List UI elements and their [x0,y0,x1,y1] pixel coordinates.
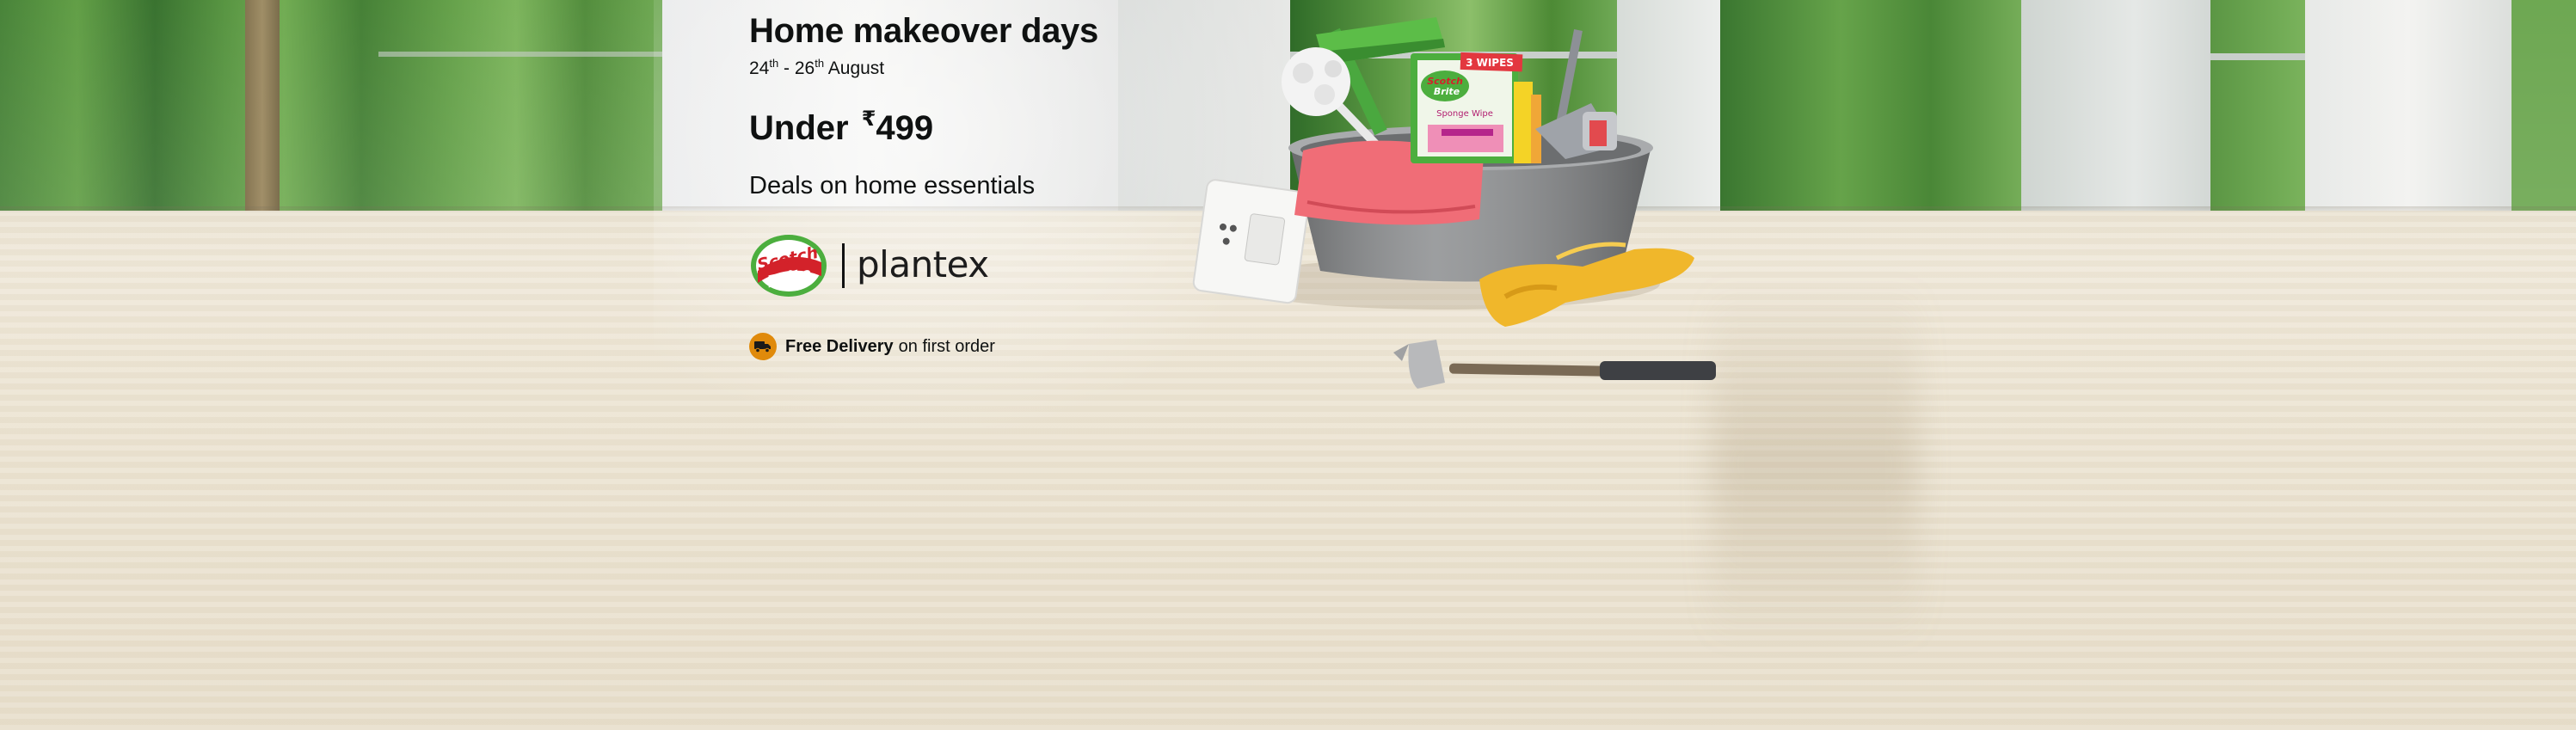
window-frame [2210,53,2305,60]
tree-trunk [245,0,280,211]
sponge-wipe-pack-icon: 3 WIPES Scotch Brite Sponge Wipe [1411,52,1523,163]
scotch-brite-logo: Scotch Brite [751,235,827,297]
svg-text:Brite: Brite [1434,86,1460,97]
svg-text:3 WIPES: 3 WIPES [1466,57,1514,69]
delivery-rest: on first order [898,336,995,356]
price-prefix: Under [749,109,858,147]
banner-subtitle: Deals on home essentials [749,172,1036,199]
price-amount: 499 [876,109,934,147]
garden-window-view [2210,0,2305,211]
sale-month: August [824,58,885,78]
start-day-suffix: th [769,57,779,70]
truck-icon [749,333,777,360]
switch-plate-icon [1192,179,1311,304]
banner-title: Home makeover days [749,12,1098,50]
price-offer: Under ₹499 [749,107,933,148]
dustpan-brush-icon [1535,29,1617,159]
sponge-icon [1514,82,1533,163]
currency-symbol: ₹ [861,107,876,131]
hammer-icon [1393,340,1716,389]
brand-logos: Scotch Brite plantex [749,228,1007,305]
wall-panel [2021,0,2210,211]
end-day-suffix: th [815,57,825,70]
product-illustration[interactable]: 3 WIPES Scotch Brite Sponge Wipe [1187,0,1755,404]
sale-dates: 24th - 26th August [749,57,884,79]
window-frame [378,52,662,57]
date-separator: - [778,58,795,78]
end-day: 26 [794,58,815,78]
wall-panel [2305,0,2511,211]
brand-divider [842,243,845,288]
plantex-logo: plantex [857,243,989,285]
svg-text:Sponge Wipe: Sponge Wipe [1436,109,1493,119]
free-delivery-note: Free Delivery on first order [749,333,995,360]
garden-window-view [1720,0,2021,211]
delivery-bold: Free Delivery [785,336,894,356]
start-day: 24 [749,58,770,78]
